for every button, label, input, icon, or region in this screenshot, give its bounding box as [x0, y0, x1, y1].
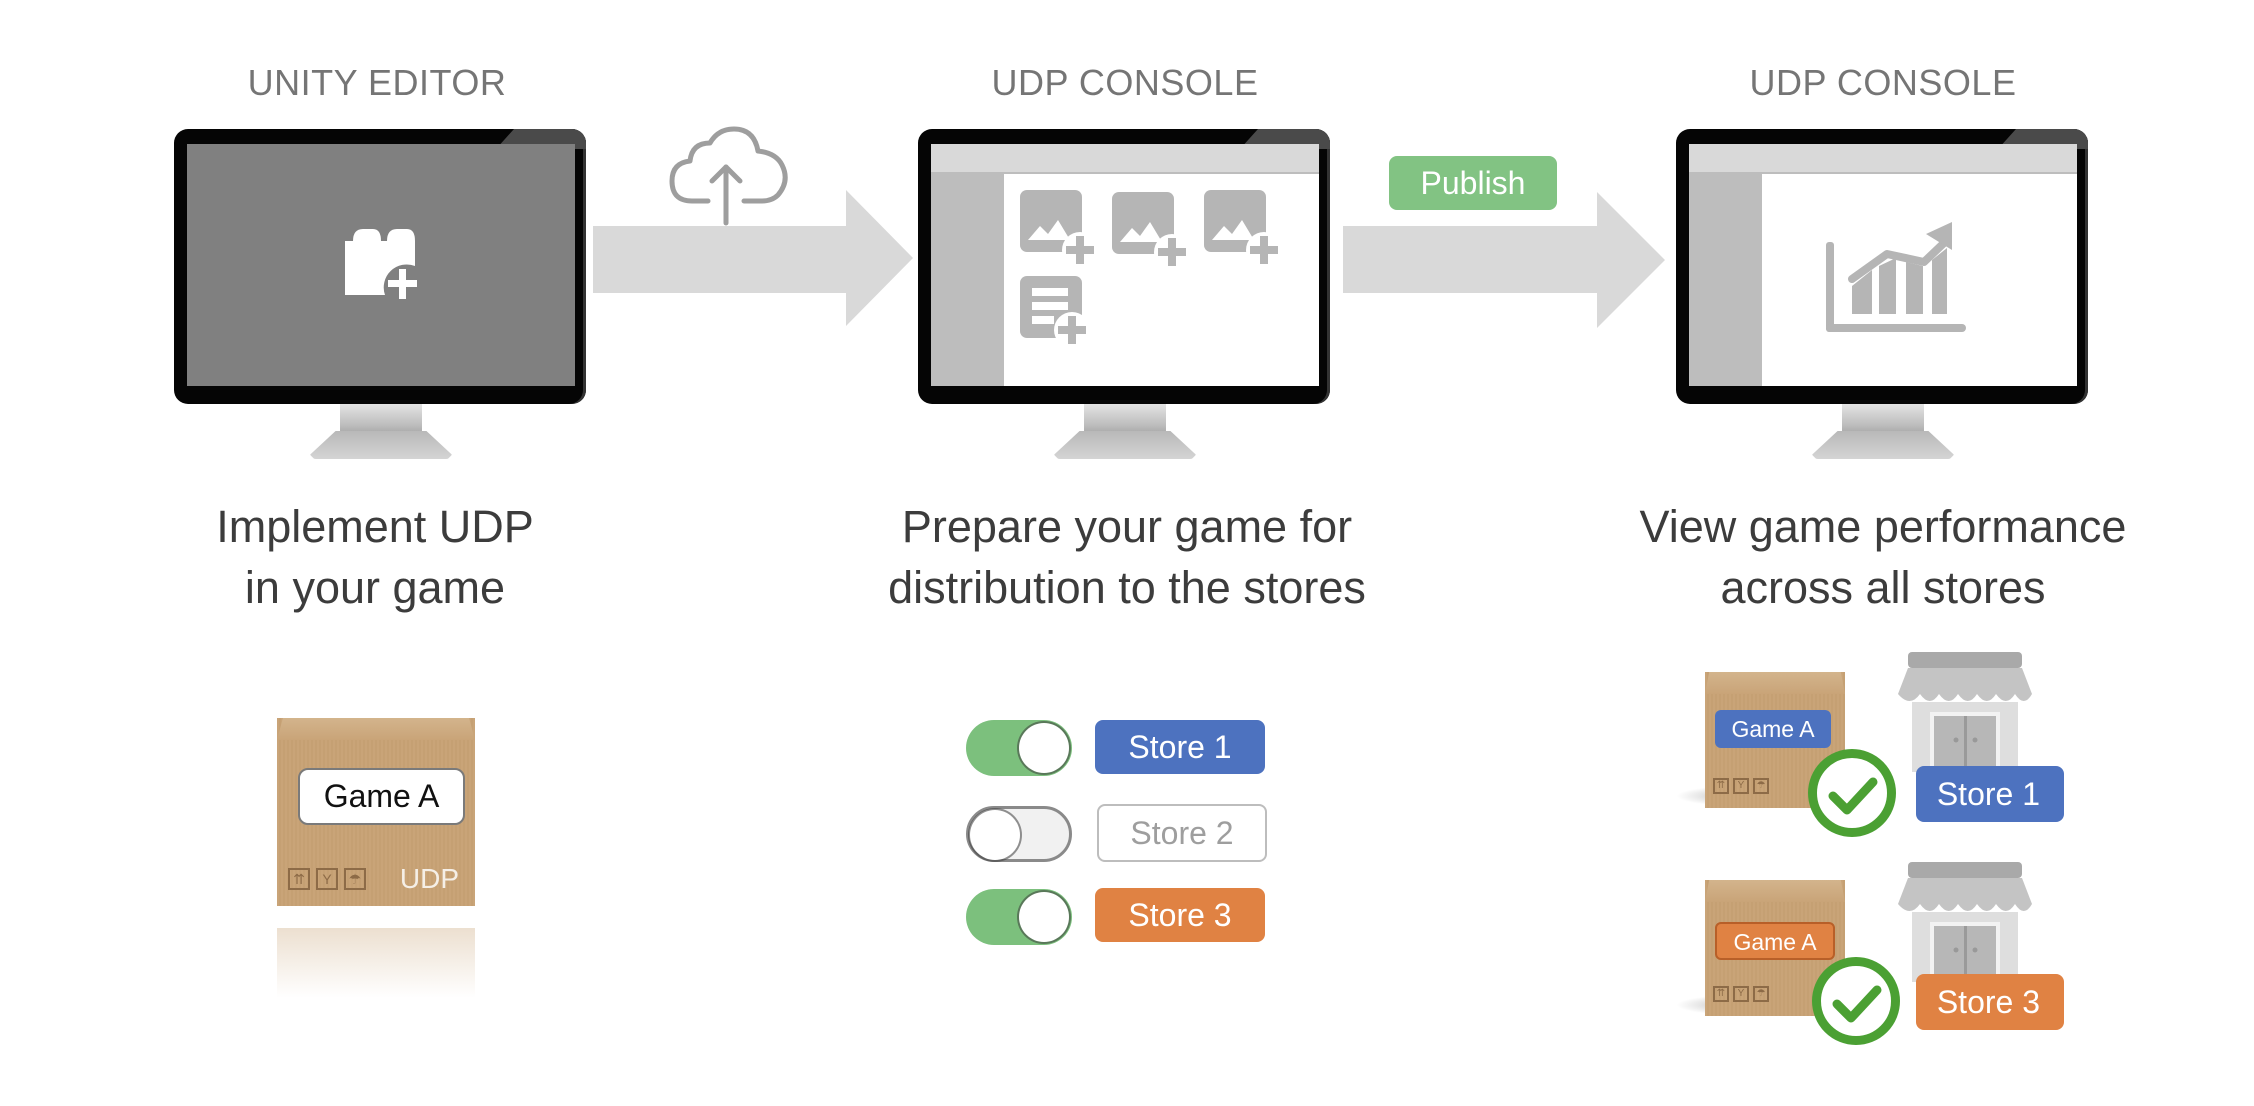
store-3-badge: Store 3	[1095, 888, 1265, 942]
game-label: Game A	[1715, 710, 1831, 748]
caption-line-1: View game performance	[1639, 501, 2127, 552]
fragile-icon: Y	[1733, 778, 1749, 794]
caption-line-2: across all stores	[1720, 562, 2046, 613]
caption-view-performance: View game performance across all stores	[1573, 496, 2193, 618]
monitor-unity-editor	[174, 129, 586, 469]
handling-symbols: ⇈ Y ☂	[1713, 778, 1769, 794]
caption-implement-udp: Implement UDP in your game	[65, 496, 685, 618]
column-title-unity-editor: UNITY EDITOR	[247, 62, 507, 103]
store-3-toggle[interactable]	[966, 889, 1072, 945]
monitor-screen	[1689, 144, 2077, 386]
check-icon	[1808, 749, 1896, 837]
console-main	[1004, 174, 1319, 386]
monitor-screen	[187, 144, 575, 386]
this-side-up-icon: ⇈	[1713, 986, 1729, 1002]
fragile-icon: Y	[316, 868, 338, 890]
console-sidebar	[1689, 174, 1762, 386]
monitor-udp-console-performance	[1676, 129, 2088, 469]
cloud-upload-icon	[669, 126, 788, 226]
keep-dry-icon: ☂	[1753, 986, 1769, 1002]
flow-arrow-2	[1343, 192, 1665, 328]
storefront-icon	[1898, 652, 2032, 772]
column-title-udp-console-prepare: UDP CONSOLE	[991, 62, 1259, 103]
game-label: Game A	[1715, 922, 1835, 960]
caption-line-1: Prepare your game for	[901, 501, 1353, 552]
store-1-published-badge: Store 1	[1916, 766, 2064, 822]
store-1-toggle[interactable]	[966, 720, 1072, 776]
store-1-badge: Store 1	[1095, 720, 1265, 774]
console-main	[1762, 174, 2077, 386]
growth-chart-icon	[1826, 222, 1966, 332]
monitor-screen	[931, 144, 1319, 386]
storefront-icon	[1898, 862, 2032, 982]
image-add-icon	[1020, 190, 1094, 264]
box-reflection	[277, 928, 475, 998]
keep-dry-icon: ☂	[1753, 778, 1769, 794]
image-add-icon	[1204, 190, 1278, 264]
image-add-icon	[1112, 192, 1186, 266]
keep-dry-icon: ☂	[344, 868, 366, 890]
fragile-icon: Y	[1733, 986, 1749, 1002]
store-2-toggle[interactable]	[966, 806, 1072, 862]
store-3-published-badge: Store 3	[1916, 974, 2064, 1030]
console-topbar	[931, 144, 1319, 174]
this-side-up-icon: ⇈	[288, 868, 310, 890]
udp-brand-text: UDP	[399, 863, 459, 894]
document-add-icon	[1020, 276, 1090, 348]
console-topbar	[1689, 144, 2077, 174]
handling-symbols: ⇈ Y ☂	[288, 868, 366, 890]
caption-line-1: Implement UDP	[216, 501, 534, 552]
puzzle-plus-icon	[345, 229, 417, 299]
console-sidebar	[931, 174, 1004, 386]
caption-line-2: distribution to the stores	[888, 562, 1366, 613]
handling-symbols: ⇈ Y ☂	[1713, 986, 1769, 1002]
store-2-badge: Store 2	[1097, 804, 1267, 862]
monitor-bezel	[918, 129, 1330, 404]
game-label: Game A	[298, 768, 465, 825]
publish-button[interactable]: Publish	[1389, 156, 1557, 210]
monitor-udp-console-prepare	[918, 129, 1330, 469]
this-side-up-icon: ⇈	[1713, 778, 1729, 794]
caption-line-2: in your game	[244, 562, 506, 613]
monitor-bezel	[174, 129, 586, 404]
column-title-udp-console-performance: UDP CONSOLE	[1749, 62, 2017, 103]
monitor-bezel	[1676, 129, 2088, 404]
game-package-box: Game A ⇈ Y ☂ UDP	[277, 718, 475, 906]
caption-prepare-game: Prepare your game for distribution to th…	[817, 496, 1437, 618]
check-icon	[1812, 957, 1900, 1045]
